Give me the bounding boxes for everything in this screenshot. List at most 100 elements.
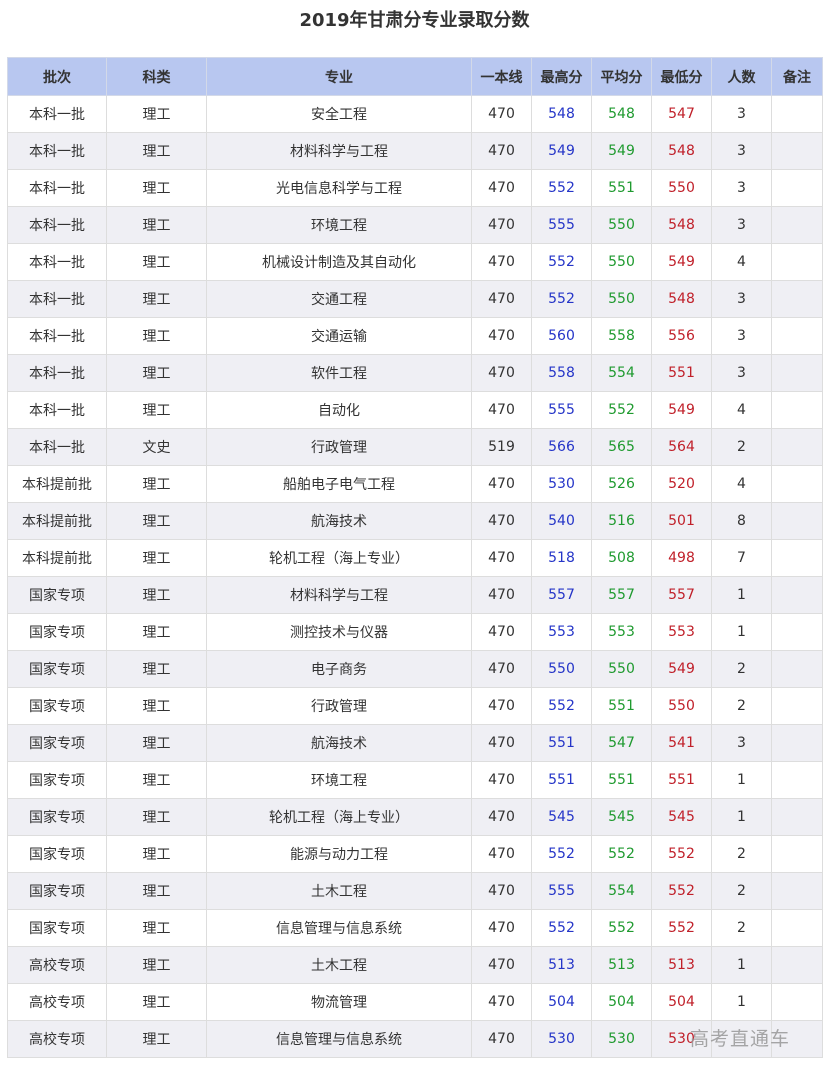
cell-count: 1 <box>711 983 772 1021</box>
cell-note <box>771 354 823 392</box>
table-row: 本科一批 理工 软件工程 470 558 554 551 3 <box>7 354 823 392</box>
cell-avg: 551 <box>591 761 652 799</box>
cell-max: 551 <box>531 724 592 762</box>
cell-category: 理工 <box>106 169 207 207</box>
cell-avg: 545 <box>591 798 652 836</box>
table-row: 本科一批 理工 材料科学与工程 470 549 549 548 3 <box>7 132 823 170</box>
cell-line: 470 <box>471 1020 532 1058</box>
cell-line: 470 <box>471 835 532 873</box>
cell-min: 541 <box>651 724 712 762</box>
cell-major: 船舶电子电气工程 <box>206 465 472 503</box>
cell-min: 556 <box>651 317 712 355</box>
cell-count: 2 <box>711 872 772 910</box>
cell-category: 理工 <box>106 946 207 984</box>
cell-avg: 558 <box>591 317 652 355</box>
table-row: 国家专项 理工 测控技术与仪器 470 553 553 553 1 <box>7 613 823 651</box>
cell-min: 557 <box>651 576 712 614</box>
cell-max: 566 <box>531 428 592 466</box>
cell-max: 552 <box>531 835 592 873</box>
cell-count: 3 <box>711 206 772 244</box>
cell-batch: 本科一批 <box>7 280 107 318</box>
cell-avg: 530 <box>591 1020 652 1058</box>
cell-min: 520 <box>651 465 712 503</box>
cell-count: 3 <box>711 132 772 170</box>
cell-major: 航海技术 <box>206 724 472 762</box>
cell-min: 547 <box>651 95 712 133</box>
cell-batch: 高校专项 <box>7 946 107 984</box>
cell-major: 环境工程 <box>206 761 472 799</box>
cell-max: 558 <box>531 354 592 392</box>
cell-category: 理工 <box>106 280 207 318</box>
cell-line: 470 <box>471 206 532 244</box>
header-count: 人数 <box>711 57 772 96</box>
cell-count: 2 <box>711 428 772 466</box>
cell-line: 470 <box>471 539 532 577</box>
cell-min: 552 <box>651 835 712 873</box>
cell-count: 4 <box>711 465 772 503</box>
cell-count: 3 <box>711 354 772 392</box>
cell-avg: 554 <box>591 354 652 392</box>
header-line: 一本线 <box>471 57 532 96</box>
cell-batch: 本科一批 <box>7 354 107 392</box>
cell-max: 553 <box>531 613 592 651</box>
header-avg: 平均分 <box>591 57 652 96</box>
cell-count: 4 <box>711 391 772 429</box>
cell-avg: 551 <box>591 169 652 207</box>
cell-line: 470 <box>471 761 532 799</box>
cell-line: 470 <box>471 280 532 318</box>
cell-note <box>771 206 823 244</box>
cell-max: 557 <box>531 576 592 614</box>
cell-major: 航海技术 <box>206 502 472 540</box>
table-row: 国家专项 理工 轮机工程（海上专业） 470 545 545 545 1 <box>7 798 823 836</box>
cell-max: 555 <box>531 391 592 429</box>
cell-avg: 549 <box>591 132 652 170</box>
cell-major: 安全工程 <box>206 95 472 133</box>
table-row: 本科一批 理工 自动化 470 555 552 549 4 <box>7 391 823 429</box>
cell-note <box>771 872 823 910</box>
cell-line: 470 <box>471 169 532 207</box>
watermark-text: 高考直通车 <box>690 1028 791 1050</box>
cell-note <box>771 761 823 799</box>
cell-max: 549 <box>531 132 592 170</box>
cell-avg: 565 <box>591 428 652 466</box>
cell-category: 理工 <box>106 761 207 799</box>
cell-count: 1 <box>711 761 772 799</box>
cell-major: 自动化 <box>206 391 472 429</box>
cell-line: 519 <box>471 428 532 466</box>
cell-note <box>771 428 823 466</box>
cell-min: 501 <box>651 502 712 540</box>
cell-min: 549 <box>651 391 712 429</box>
cell-major: 物流管理 <box>206 983 472 1021</box>
cell-count: 2 <box>711 650 772 688</box>
cell-avg: 548 <box>591 95 652 133</box>
cell-note <box>771 909 823 947</box>
cell-major: 能源与动力工程 <box>206 835 472 873</box>
cell-max: 550 <box>531 650 592 688</box>
cell-category: 理工 <box>106 465 207 503</box>
cell-avg: 516 <box>591 502 652 540</box>
cell-category: 理工 <box>106 502 207 540</box>
table-row: 国家专项 理工 航海技术 470 551 547 541 3 <box>7 724 823 762</box>
admission-score-table: 批次 科类 专业 一本线 最高分 平均分 最低分 人数 备注 本科一批 理工 安全工… <box>7 57 823 1058</box>
table-row: 国家专项 理工 材料科学与工程 470 557 557 557 1 <box>7 576 823 614</box>
cell-batch: 本科一批 <box>7 132 107 170</box>
cell-line: 470 <box>471 243 532 281</box>
cell-major: 环境工程 <box>206 206 472 244</box>
cell-max: 555 <box>531 872 592 910</box>
cell-category: 理工 <box>106 724 207 762</box>
header-batch: 批次 <box>7 57 107 96</box>
cell-note <box>771 798 823 836</box>
cell-count: 3 <box>711 724 772 762</box>
cell-avg: 508 <box>591 539 652 577</box>
cell-batch: 国家专项 <box>7 761 107 799</box>
table-row: 国家专项 理工 土木工程 470 555 554 552 2 <box>7 872 823 910</box>
cell-category: 理工 <box>106 613 207 651</box>
cell-category: 理工 <box>106 835 207 873</box>
cell-major: 信息管理与信息系统 <box>206 909 472 947</box>
cell-major: 交通运输 <box>206 317 472 355</box>
table-body: 本科一批 理工 安全工程 470 548 548 547 3 本科一批 理工 材料科学与工程 470 5… <box>7 95 823 1058</box>
cell-avg: 552 <box>591 835 652 873</box>
table-row: 国家专项 理工 行政管理 470 552 551 550 2 <box>7 687 823 725</box>
cell-avg: 557 <box>591 576 652 614</box>
cell-avg: 552 <box>591 391 652 429</box>
